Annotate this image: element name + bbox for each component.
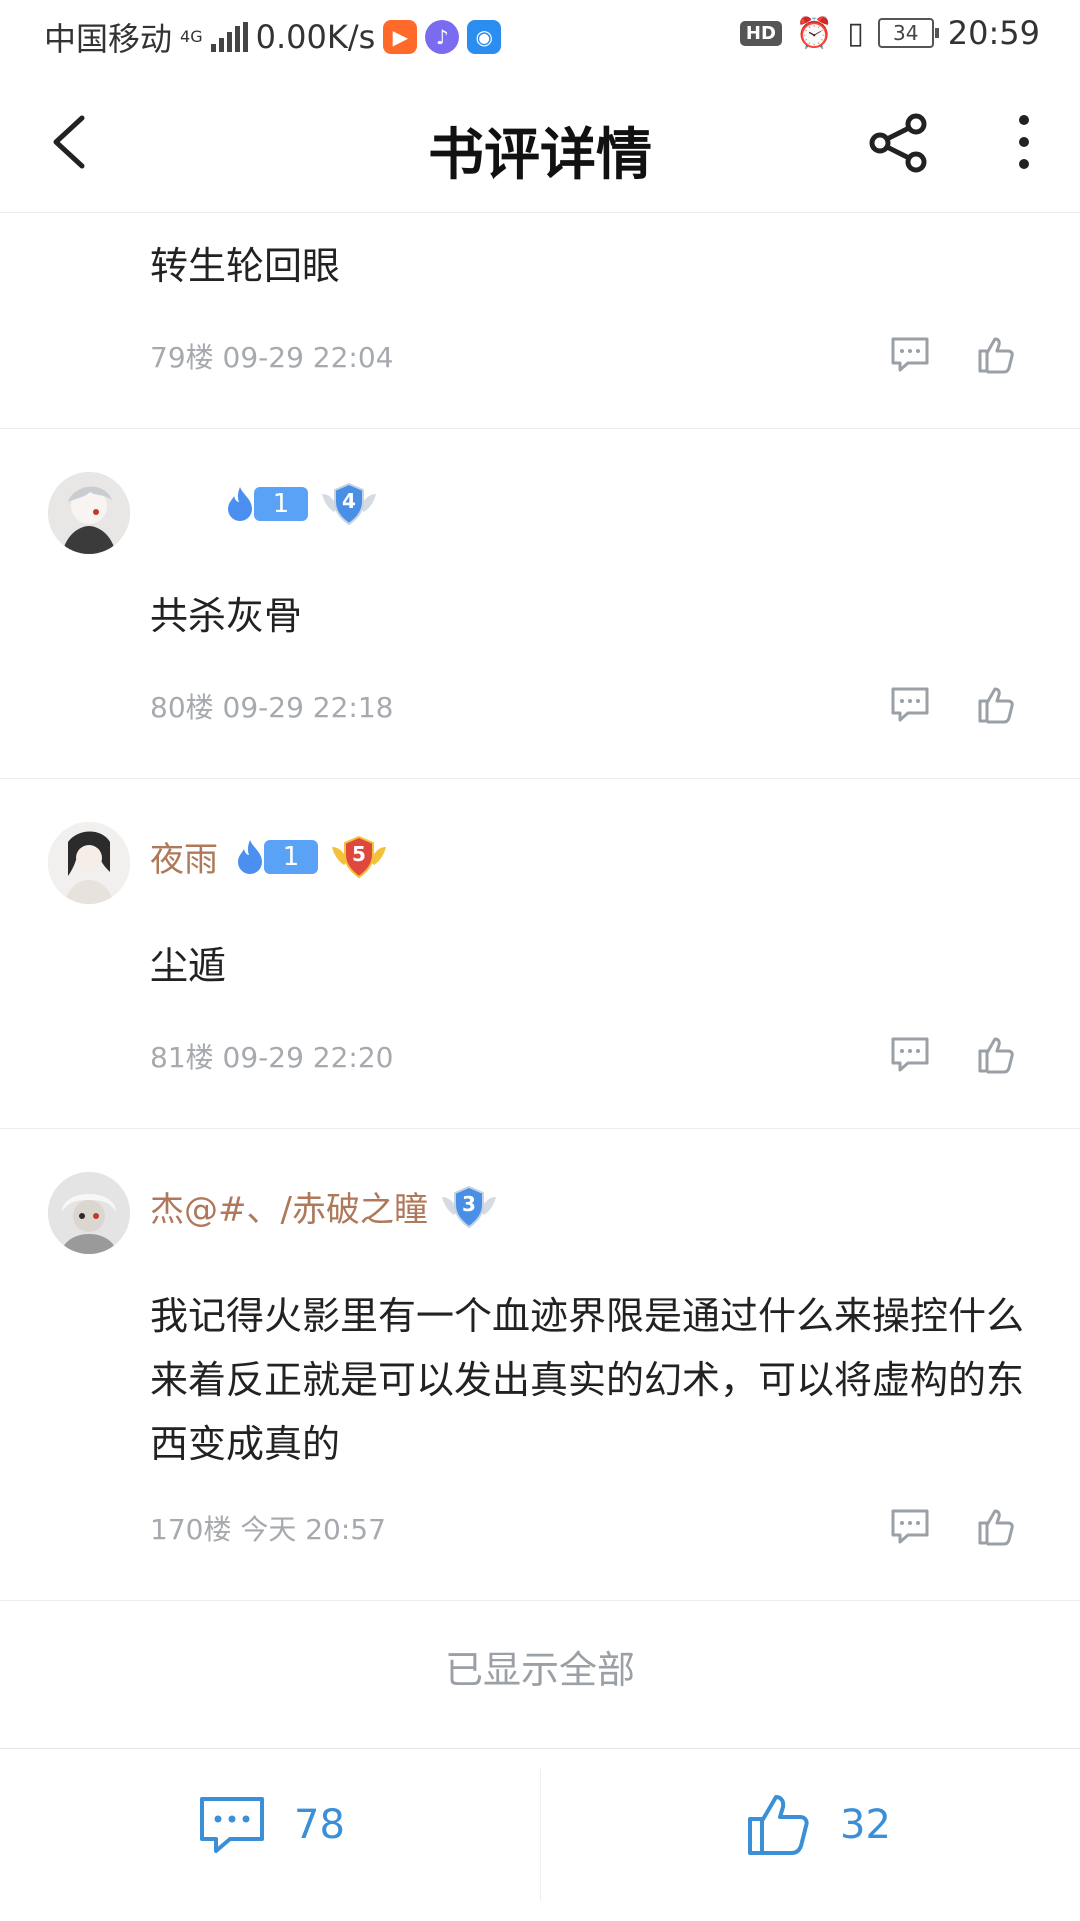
reply-icon[interactable] bbox=[888, 332, 932, 376]
rank-shield-badge: 5 bbox=[330, 835, 388, 879]
comment-floor-time: 81楼 09-29 22:20 bbox=[150, 1041, 394, 1074]
hd-icon: HD bbox=[739, 20, 782, 46]
network-type-label: 4G bbox=[180, 27, 203, 46]
battery-level: 34 bbox=[893, 21, 919, 45]
comment-floor-time: 80楼 09-29 22:18 bbox=[150, 691, 394, 724]
comment-text: 转生轮回眼 bbox=[150, 244, 341, 288]
fan-level-badge: 1 bbox=[230, 839, 318, 874]
rank-level-number: 3 bbox=[461, 1191, 476, 1216]
alarm-icon: ⏰ bbox=[795, 15, 834, 51]
vibrate-icon: ▯ bbox=[847, 15, 864, 51]
rank-level-number: 5 bbox=[352, 841, 366, 866]
comment-item: 夜雨 1 5 尘遁 81楼 09-29 22:20 bbox=[0, 778, 1080, 1129]
fan-level-badge: 1 bbox=[220, 487, 308, 521]
reply-icon[interactable] bbox=[888, 1032, 932, 1076]
comment-floor-time: 170楼 今天 20:57 bbox=[150, 1513, 386, 1546]
comment-count-button[interactable]: 78 bbox=[196, 1789, 345, 1861]
bottom-action-bar: 78 32 bbox=[0, 1748, 1080, 1921]
username[interactable]: 夜雨 bbox=[150, 832, 218, 881]
like-icon[interactable] bbox=[974, 332, 1018, 376]
fan-level-number: 1 bbox=[264, 839, 318, 874]
like-icon[interactable] bbox=[974, 682, 1018, 726]
user-info: 杰@#、/赤破之瞳 3 bbox=[150, 1182, 498, 1231]
comment-item: 转生轮回眼 79楼 09-29 22:04 bbox=[0, 212, 1080, 429]
like-count-button[interactable]: 32 bbox=[742, 1789, 891, 1861]
battery-icon: 34 bbox=[877, 18, 939, 48]
share-icon[interactable] bbox=[868, 112, 930, 174]
rank-level-number: 4 bbox=[342, 489, 356, 513]
like-count: 32 bbox=[840, 1802, 891, 1848]
like-icon[interactable] bbox=[974, 1504, 1018, 1548]
comment-floor-time: 79楼 09-29 22:04 bbox=[150, 341, 394, 374]
wifi-app-icon: ◉ bbox=[467, 20, 502, 54]
fan-level-number: 1 bbox=[254, 487, 308, 521]
all-loaded-note: 已显示全部 bbox=[444, 1648, 635, 1692]
reply-icon[interactable] bbox=[888, 1504, 932, 1548]
reply-icon[interactable] bbox=[888, 682, 932, 726]
user-info: 夜雨 1 5 bbox=[150, 832, 388, 881]
comment-bubble-icon bbox=[200, 1797, 264, 1853]
status-bar: 中国移动 4G 0.00K/s ▶ ♪ ◉ HD ⏰ ▯ 34 20:59 bbox=[0, 0, 1080, 72]
more-options-icon[interactable] bbox=[1014, 114, 1034, 170]
comment-item: 1 4 共杀灰骨 80楼 09-29 22:18 bbox=[0, 428, 1080, 779]
network-speed: 0.00K/s bbox=[255, 18, 376, 56]
comment-text: 尘遁 bbox=[150, 944, 227, 988]
app-header: 书评详情 bbox=[0, 72, 1080, 213]
music-app-icon: ♪ bbox=[425, 20, 460, 54]
comment-item: 杰@#、/赤破之瞳 3 我记得火影里有一个血迹界限是通过什么来操控什么来着反正就… bbox=[0, 1128, 1080, 1601]
comment-text: 我记得火影里有一个血迹界限是通过什么来操控什么来着反正就是可以发出真实的幻术，可… bbox=[150, 1294, 1025, 1466]
thumbs-up-icon bbox=[748, 1795, 809, 1855]
like-icon[interactable] bbox=[974, 1032, 1018, 1076]
comment-text: 共杀灰骨 bbox=[150, 594, 303, 638]
divider bbox=[540, 1769, 541, 1901]
user-info: 1 4 bbox=[150, 482, 378, 526]
avatar[interactable] bbox=[48, 472, 130, 554]
username[interactable]: 杰@#、/赤破之瞳 bbox=[150, 1182, 428, 1231]
signal-icon bbox=[210, 22, 248, 52]
carrier-label: 中国移动 bbox=[44, 20, 173, 58]
rank-shield-badge: 4 bbox=[320, 482, 378, 526]
comment-count: 78 bbox=[294, 1802, 345, 1848]
rank-shield-badge: 3 bbox=[440, 1185, 498, 1229]
clock: 20:59 bbox=[947, 14, 1040, 52]
avatar[interactable] bbox=[48, 822, 130, 904]
video-app-icon: ▶ bbox=[383, 20, 418, 54]
avatar[interactable] bbox=[48, 1172, 130, 1254]
